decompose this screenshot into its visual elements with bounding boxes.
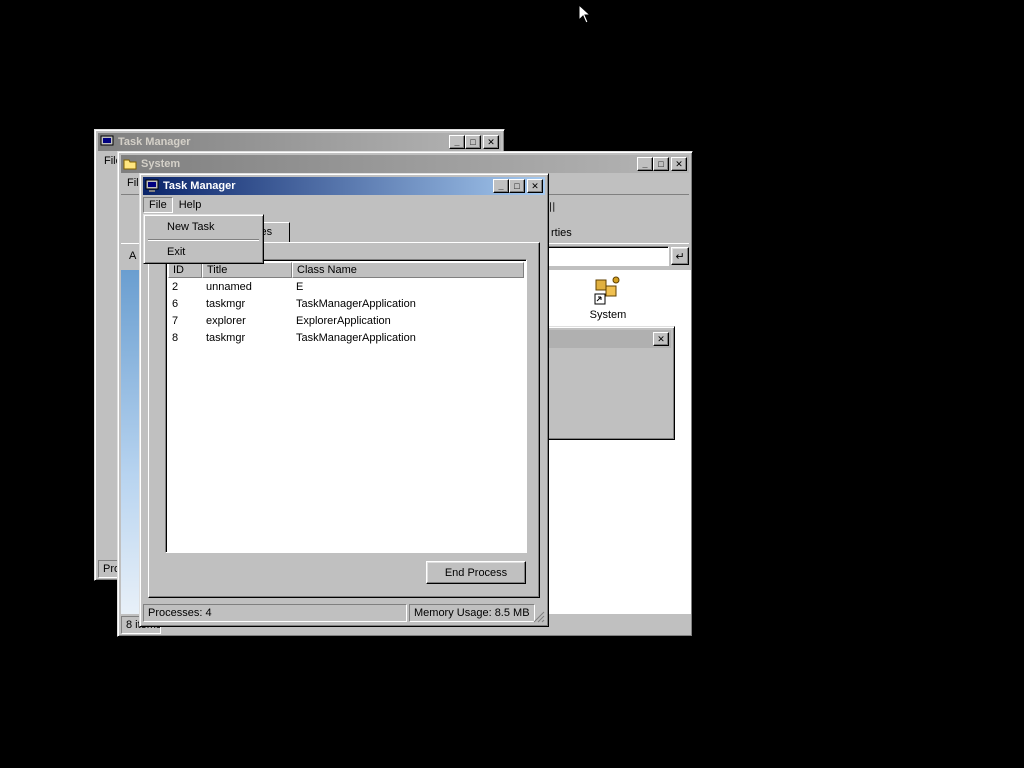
close-button[interactable]: ✕: [671, 157, 687, 171]
table-row[interactable]: 6 taskmgr TaskManagerApplication: [168, 296, 524, 313]
process-title: taskmgr: [206, 298, 246, 310]
background-dialog-titlebar[interactable]: ✕: [545, 330, 671, 348]
system-icon-item[interactable]: System: [583, 274, 633, 323]
folder-icon: [123, 159, 137, 170]
menu-help[interactable]: Help: [173, 197, 208, 213]
list-header: ID Title Class Name: [168, 262, 524, 278]
system-settings-icon: [594, 276, 620, 305]
process-class: TaskManagerApplication: [296, 332, 416, 344]
back-task-manager-titlebar[interactable]: Task Manager _ □ ✕: [98, 133, 501, 151]
task-manager-titlebar[interactable]: Task Manager _ □ ✕: [143, 177, 545, 195]
process-id: 2: [172, 281, 179, 293]
maximize-button[interactable]: □: [509, 179, 525, 193]
maximize-button[interactable]: □: [653, 157, 669, 171]
properties-icon: [550, 202, 555, 212]
process-class: E: [296, 281, 304, 293]
maximize-button[interactable]: □: [465, 135, 481, 149]
menu-item-exit[interactable]: Exit: [147, 243, 260, 261]
system-icon-label: System: [589, 309, 627, 321]
column-title[interactable]: Title: [202, 262, 292, 278]
table-row[interactable]: 2 unnamed E: [168, 279, 524, 296]
process-id: 6: [172, 298, 179, 310]
menu-separator: [148, 239, 259, 241]
tab-panel: ID Title Class Name 2 unnamed E 6 taskmg…: [148, 242, 540, 598]
end-process-button[interactable]: End Process: [426, 561, 526, 584]
process-title: unnamed: [206, 281, 252, 293]
table-row[interactable]: 8 taskmgr TaskManagerApplication: [168, 330, 524, 347]
process-class: TaskManagerApplication: [296, 298, 416, 310]
menu-item-new-task[interactable]: New Task: [147, 218, 260, 236]
system-titlebar[interactable]: System _ □ ✕: [121, 155, 689, 173]
task-manager-title: Task Manager: [163, 180, 236, 192]
process-title: explorer: [206, 315, 246, 327]
close-button[interactable]: ✕: [527, 179, 543, 193]
column-id[interactable]: ID: [168, 262, 202, 278]
close-button[interactable]: ✕: [653, 332, 669, 346]
system-title: System: [141, 158, 181, 170]
background-dialog[interactable]: ✕: [541, 326, 675, 440]
mouse-cursor-icon: [578, 4, 590, 24]
minimize-button[interactable]: _: [493, 179, 509, 193]
task-manager-window[interactable]: Task Manager _ □ ✕ File Help ses ID Titl…: [139, 173, 549, 627]
menu-file[interactable]: File: [143, 197, 173, 213]
go-icon: ↵: [675, 250, 685, 263]
go-button[interactable]: ↵: [671, 247, 689, 265]
memory-usage-status: Memory Usage: 8.5 MB: [409, 604, 535, 622]
processes-count-status: Processes: 4: [143, 604, 407, 622]
back-task-manager-title: Task Manager: [118, 136, 191, 148]
properties-toolbar-label[interactable]: rties: [551, 227, 572, 239]
task-manager-menubar: File Help: [143, 196, 545, 214]
process-list[interactable]: ID Title Class Name 2 unnamed E 6 taskmg…: [165, 259, 527, 553]
list-body: 2 unnamed E 6 taskmgr TaskManagerApplica…: [168, 279, 524, 550]
close-button[interactable]: ✕: [483, 135, 499, 149]
computer-icon: [100, 135, 114, 148]
process-title: taskmgr: [206, 332, 246, 344]
resize-grip-icon[interactable]: [533, 611, 545, 623]
computer-icon: [145, 179, 159, 192]
process-class: ExplorerApplication: [296, 315, 391, 327]
process-id: 8: [172, 332, 179, 344]
left-pane-banner: [121, 270, 141, 614]
table-row[interactable]: 7 explorer ExplorerApplication: [168, 313, 524, 330]
minimize-button[interactable]: _: [637, 157, 653, 171]
address-label: A: [129, 250, 137, 262]
process-id: 7: [172, 315, 179, 327]
minimize-button[interactable]: _: [449, 135, 465, 149]
column-class-name[interactable]: Class Name: [292, 262, 524, 278]
file-menu-dropdown: New Task Exit: [143, 214, 264, 264]
